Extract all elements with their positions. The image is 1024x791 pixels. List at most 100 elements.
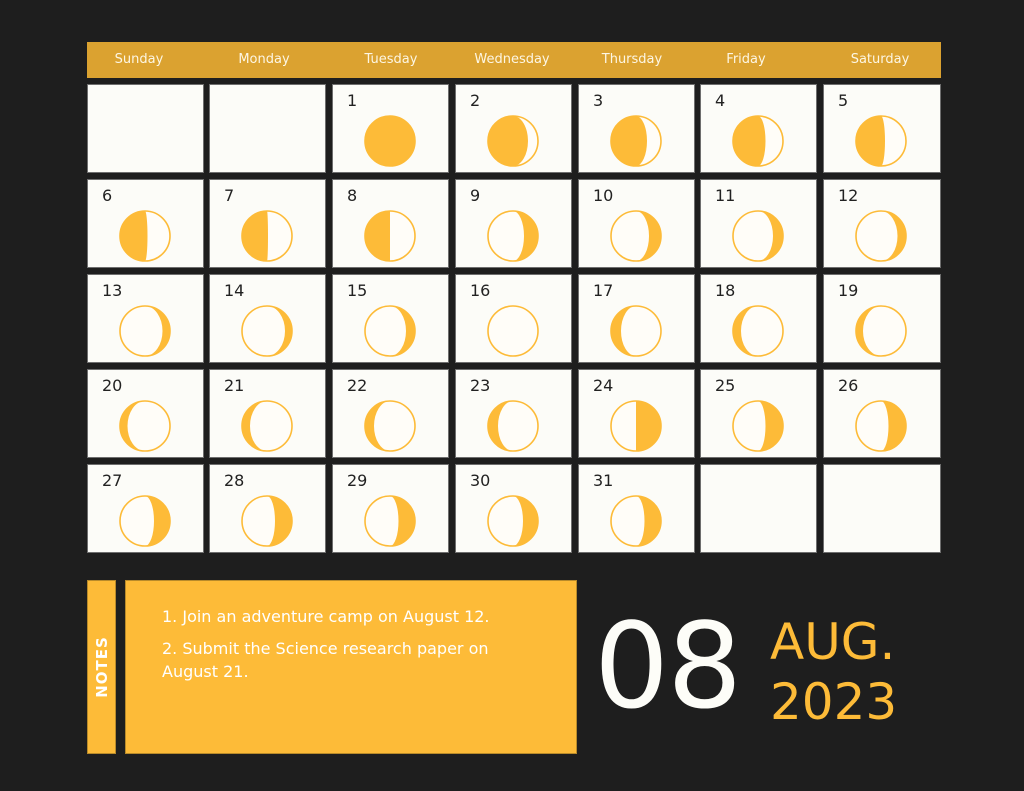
moon-phase-icon (487, 115, 539, 167)
day-cell[interactable]: 12 (823, 179, 941, 268)
day-cell[interactable]: 6 (87, 179, 204, 268)
day-cell[interactable]: 31 (578, 464, 695, 553)
day-cell[interactable]: 26 (823, 369, 941, 458)
moon-phase-icon (855, 210, 907, 262)
weekday-header: Sunday Monday Tuesday Wednesday Thursday Frid… (87, 42, 941, 78)
day-number: 16 (470, 281, 491, 300)
day-cell[interactable]: 14 (209, 274, 326, 363)
day-number: 10 (593, 186, 614, 205)
day-cell[interactable]: 10 (578, 179, 695, 268)
day-cell[interactable]: 17 (578, 274, 695, 363)
moon-phase-icon (610, 400, 662, 452)
weekday-sunday: Sunday (114, 52, 164, 67)
moon-phase-icon (732, 210, 784, 262)
day-cell[interactable]: 15 (332, 274, 449, 363)
weekday-tuesday: Tuesday (364, 52, 418, 67)
moon-phase-icon (487, 210, 539, 262)
day-number: 28 (224, 471, 245, 490)
empty-day-cell[interactable] (823, 464, 941, 553)
moon-phase-icon (610, 210, 662, 262)
moon-phase-icon (610, 305, 662, 357)
moon-phase-icon (119, 210, 171, 262)
moon-phase-icon (119, 495, 171, 547)
empty-day-cell[interactable] (87, 84, 204, 173)
day-number: 3 (593, 91, 604, 110)
moon-phase-icon (241, 305, 293, 357)
weekday-saturday: Saturday (850, 52, 910, 67)
weekday-friday: Friday (726, 52, 766, 67)
day-number: 4 (715, 91, 726, 110)
day-number: 12 (838, 186, 859, 205)
day-number: 15 (347, 281, 368, 300)
moon-phase-icon (364, 210, 416, 262)
weekday-monday: Monday (238, 52, 290, 67)
date-year: 2023 (770, 673, 898, 731)
day-number: 1 (347, 91, 358, 110)
day-number: 9 (470, 186, 481, 205)
day-cell[interactable]: 9 (455, 179, 572, 268)
moon-phase-icon (732, 400, 784, 452)
day-cell[interactable]: 19 (823, 274, 941, 363)
notes-box[interactable]: 1. Join an adventure camp on August 12. … (125, 580, 577, 754)
empty-day-cell[interactable] (700, 464, 817, 553)
day-cell[interactable]: 30 (455, 464, 572, 553)
moon-phase-icon (119, 305, 171, 357)
moon-phase-icon (241, 495, 293, 547)
day-cell[interactable]: 16 (455, 274, 572, 363)
day-number: 26 (838, 376, 859, 395)
day-number: 27 (102, 471, 123, 490)
note-item: 1. Join an adventure camp on August 12. (162, 607, 490, 626)
moon-phase-icon (610, 495, 662, 547)
day-cell[interactable]: 21 (209, 369, 326, 458)
day-cell[interactable]: 5 (823, 84, 941, 173)
day-cell[interactable]: 28 (209, 464, 326, 553)
moon-phase-icon (610, 115, 662, 167)
day-cell[interactable]: 13 (87, 274, 204, 363)
day-number: 31 (593, 471, 614, 490)
day-cell[interactable]: 27 (87, 464, 204, 553)
moon-phase-icon (487, 400, 539, 452)
moon-phase-icon (364, 400, 416, 452)
day-cell[interactable]: 7 (209, 179, 326, 268)
moon-phase-icon (241, 400, 293, 452)
moon-phase-icon (364, 305, 416, 357)
notes-tab: NOTES (87, 580, 116, 754)
notes-label: NOTES (92, 636, 111, 698)
day-cell[interactable]: 25 (700, 369, 817, 458)
day-number: 7 (224, 186, 235, 205)
day-cell[interactable]: 18 (700, 274, 817, 363)
moon-phase-icon (364, 115, 416, 167)
moon-phase-icon (855, 115, 907, 167)
day-cell[interactable]: 2 (455, 84, 572, 173)
day-cell[interactable]: 20 (87, 369, 204, 458)
day-cell[interactable]: 29 (332, 464, 449, 553)
day-cell[interactable]: 23 (455, 369, 572, 458)
day-number: 8 (347, 186, 358, 205)
day-number: 23 (470, 376, 491, 395)
day-number: 20 (102, 376, 123, 395)
day-cell[interactable]: 8 (332, 179, 449, 268)
moon-phase-icon (732, 305, 784, 357)
day-number: 17 (593, 281, 614, 300)
moon-phase-icon (487, 305, 539, 357)
day-cell[interactable]: 4 (700, 84, 817, 173)
day-number: 18 (715, 281, 736, 300)
note-item: 2. Submit the Science research paper on … (162, 639, 489, 681)
moon-phase-icon (732, 115, 784, 167)
day-cell[interactable]: 3 (578, 84, 695, 173)
day-number: 5 (838, 91, 849, 110)
date-month: AUG. (770, 613, 896, 671)
weekday-wednesday: Wednesday (474, 52, 550, 67)
date-day: 08 (594, 597, 742, 735)
moon-phase-icon (119, 400, 171, 452)
day-cell[interactable]: 1 (332, 84, 449, 173)
day-number: 2 (470, 91, 481, 110)
day-cell[interactable]: 22 (332, 369, 449, 458)
empty-day-cell[interactable] (209, 84, 326, 173)
moon-phase-icon (855, 400, 907, 452)
day-cell[interactable]: 11 (700, 179, 817, 268)
day-number: 11 (715, 186, 736, 205)
moon-phase-icon (855, 305, 907, 357)
day-number: 22 (347, 376, 368, 395)
day-cell[interactable]: 24 (578, 369, 695, 458)
